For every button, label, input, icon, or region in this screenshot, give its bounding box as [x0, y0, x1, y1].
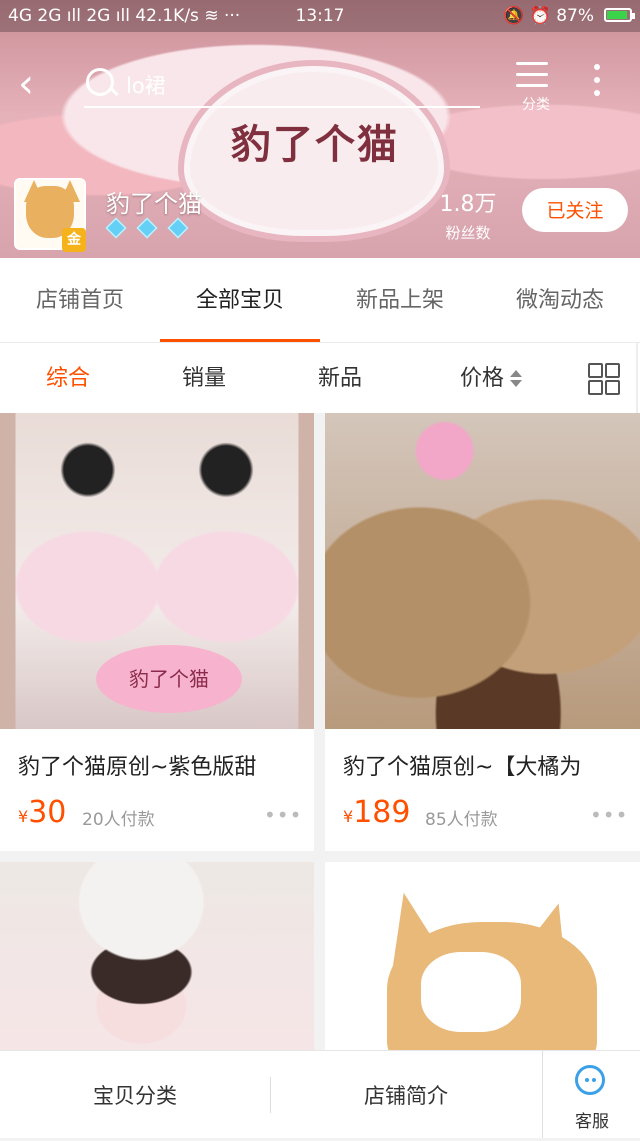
- tab-shop-home[interactable]: 店铺首页: [0, 258, 160, 342]
- diamond-icon: [105, 217, 127, 239]
- search-bar[interactable]: [84, 66, 480, 108]
- product-image[interactable]: [0, 862, 314, 1050]
- service-label: 客服: [575, 1112, 609, 1132]
- product-stamp: 豹了个猫: [96, 645, 242, 713]
- tab-label: 店铺首页: [35, 288, 124, 313]
- banner-text: 豹了个猫: [231, 121, 399, 168]
- gold-badge: 金: [62, 228, 86, 252]
- product-card[interactable]: [325, 862, 640, 1050]
- tab-label: 微淘动态: [515, 288, 604, 313]
- product-title[interactable]: 豹了个猫原创~【大橘为: [343, 749, 581, 781]
- more-options-icon[interactable]: •••: [590, 803, 627, 827]
- tab-label: 全部宝贝: [195, 288, 284, 313]
- grid-view-icon[interactable]: [588, 363, 620, 395]
- shop-intro-button[interactable]: 店铺简介: [271, 1051, 541, 1138]
- shop-rating-diamonds: [105, 217, 194, 242]
- chat-icon: [575, 1065, 605, 1095]
- currency-symbol: ¥: [343, 807, 354, 826]
- back-button[interactable]: ‹: [18, 64, 58, 104]
- fans-number: 1.8万: [439, 192, 497, 217]
- fox-muzzle: [421, 952, 521, 1032]
- item-category-button[interactable]: 宝贝分类: [0, 1051, 270, 1138]
- tab-label: 新品上架: [355, 288, 444, 313]
- sort-bar: 综合 销量 新品 价格: [0, 343, 640, 413]
- divider: [636, 343, 638, 413]
- bottom-bar: 宝贝分类 店铺简介 客服: [0, 1050, 640, 1138]
- sort-sales[interactable]: 销量: [170, 343, 238, 413]
- product-image[interactable]: [325, 862, 640, 1050]
- sort-arrows-icon: [510, 369, 522, 389]
- shop-tabs: 店铺首页 全部宝贝 新品上架 微淘动态: [0, 258, 640, 342]
- sort-comprehensive[interactable]: 综合: [34, 343, 102, 413]
- fans-count: 1.8万 粉丝数: [436, 186, 500, 243]
- tab-new-arrivals[interactable]: 新品上架: [320, 258, 480, 342]
- search-icon: [86, 68, 114, 96]
- product-image[interactable]: [325, 413, 640, 729]
- tab-all-items[interactable]: 全部宝贝: [160, 258, 320, 342]
- product-image[interactable]: 豹了个猫: [0, 413, 314, 729]
- category-button[interactable]: 分类: [510, 58, 562, 116]
- currency-symbol: ¥: [18, 807, 29, 826]
- more-options-icon[interactable]: •••: [264, 803, 301, 827]
- diamond-icon: [136, 217, 158, 239]
- more-dots-icon: [594, 64, 600, 70]
- price-value: 30: [28, 795, 67, 830]
- product-card[interactable]: 豹了个猫原创~【大橘为 ¥189 85人付款 •••: [325, 413, 640, 851]
- sort-price-label: 价格: [459, 366, 504, 391]
- more-menu-button[interactable]: [590, 64, 604, 104]
- list-icon: [516, 62, 548, 87]
- status-right: 🔕 ⏰ 87%: [503, 6, 594, 26]
- diamond-icon: [167, 217, 189, 239]
- product-price: ¥189: [343, 795, 410, 830]
- follow-button[interactable]: 已关注: [522, 188, 628, 232]
- product-title[interactable]: 豹了个猫原创~紫色版甜: [18, 749, 256, 781]
- search-input[interactable]: [124, 66, 468, 104]
- product-price: ¥30: [18, 795, 66, 830]
- tab-weitao[interactable]: 微淘动态: [480, 258, 640, 342]
- product-card[interactable]: [0, 862, 314, 1050]
- battery-icon: [604, 8, 635, 22]
- back-icon: ‹: [18, 61, 34, 107]
- category-label: 分类: [522, 97, 550, 113]
- customer-service-button[interactable]: 客服: [542, 1051, 640, 1138]
- product-card[interactable]: 豹了个猫 豹了个猫原创~紫色版甜 ¥30 20人付款 •••: [0, 413, 314, 851]
- status-bar: 4G 2G ıll 2G ıll 42.1K/s ≋ ··· 13:17 🔕 ⏰…: [0, 0, 640, 32]
- fans-label: 粉丝数: [445, 224, 491, 242]
- paid-count: 85人付款: [425, 810, 498, 830]
- paid-count: 20人付款: [82, 810, 155, 830]
- shop-name[interactable]: 豹了个猫: [106, 184, 202, 219]
- sort-newest[interactable]: 新品: [306, 343, 374, 413]
- price-value: 189: [353, 795, 411, 830]
- sort-price[interactable]: 价格: [446, 343, 536, 413]
